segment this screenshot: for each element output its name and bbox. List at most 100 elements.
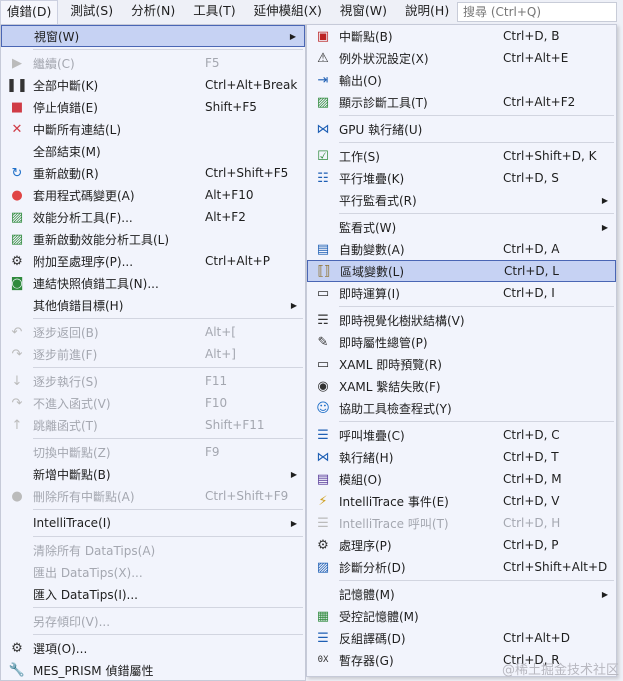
restart-icon: ↻: [11, 165, 23, 181]
parallel-stacks-icon: ☷: [317, 170, 329, 186]
menu-item[interactable]: ▭ 即時運算(I) Ctrl+D, I: [307, 282, 616, 304]
menu-item-label: 診斷分析(D): [339, 560, 406, 575]
menu-item[interactable]: 🔧 MES_PRISM 偵錯屬性: [1, 659, 305, 681]
menu-item[interactable]: 全部結束(M): [1, 140, 305, 162]
menu-item[interactable]: ✕ 中斷所有連結(L): [1, 118, 305, 140]
menu-item[interactable]: ☺ 協助工具檢查程式(Y): [307, 397, 616, 419]
menu-item[interactable]: ▤ 模組(O) Ctrl+D, M: [307, 468, 616, 490]
menu-item-label: 監看式(W): [339, 220, 397, 235]
menu-item[interactable]: ▨ 效能分析工具(F)... Alt+F2: [1, 206, 305, 228]
menu-item[interactable]: 新增中斷點(B) ▶: [1, 463, 305, 485]
menu-item[interactable]: ☰ IntelliTrace 呼叫(T) Ctrl+D, H: [307, 512, 616, 534]
menu-item-label: 平行監看式(R): [339, 193, 417, 208]
snapshot-icon: ◙: [10, 275, 24, 291]
menu-item[interactable]: ■ 停止偵錯(E) Shift+F5: [1, 96, 305, 118]
menu-item[interactable]: ▨ 重新啟動效能分析工具(L): [1, 228, 305, 250]
menu-item[interactable]: ☰ 反組譯碼(D) Ctrl+Alt+D: [307, 627, 616, 649]
menu-item[interactable]: ✎ 即時屬性總管(P): [307, 331, 616, 353]
autos-icon: ▤: [316, 241, 330, 257]
menu-item[interactable]: 記憶體(M) ▶: [307, 583, 616, 605]
shortcut: Ctrl+D, C: [503, 428, 560, 442]
menu-item[interactable]: 其他偵錯目標(H) ▶: [1, 294, 305, 316]
shortcut: Ctrl+Shift+F9: [205, 489, 289, 503]
menu-item[interactable]: ↻ 重新啟動(R) Ctrl+Shift+F5: [1, 162, 305, 184]
step-out-icon: ↑: [11, 417, 23, 433]
accessibility-icon: ☺: [316, 400, 330, 416]
menu-1[interactable]: 測試(S): [64, 0, 119, 24]
menu-item-label: 區域變數(L): [340, 264, 405, 279]
menu-item[interactable]: ▤ 自動變數(A) Ctrl+D, A: [307, 238, 616, 260]
menu-item[interactable]: ↓ 逐步執行(S) F11: [1, 370, 305, 392]
menu-item[interactable]: ◙ 連結快照偵錯工具(N)...: [1, 272, 305, 294]
menu-4[interactable]: 延伸模組(X): [248, 0, 328, 24]
menu-5[interactable]: 視窗(W): [334, 0, 393, 24]
menu-2[interactable]: 分析(N): [125, 0, 181, 24]
menu-item[interactable]: 匯出 DataTips(X)...: [1, 561, 305, 583]
menu-item[interactable]: 匯入 DataTips(I)...: [1, 583, 305, 605]
menu-item[interactable]: ▭ XAML 即時預覽(R): [307, 353, 616, 375]
menu-item-label: XAML 繫結失敗(F): [339, 379, 441, 394]
menu-item[interactable]: ⋈ 執行緒(H) Ctrl+D, T: [307, 446, 616, 468]
menu-item[interactable]: ⚙ 附加至處理序(P)... Ctrl+Alt+P: [1, 250, 305, 272]
menu-item[interactable]: ↷ 不進入函式(V) F10: [1, 392, 305, 414]
menu-item[interactable]: ☷ 平行堆疊(K) Ctrl+D, S: [307, 167, 616, 189]
menu-item-label: 視窗(W): [34, 29, 80, 44]
shortcut: Ctrl+Shift+F5: [205, 166, 289, 180]
menu-item-label: IntelliTrace 事件(E): [339, 494, 449, 509]
menu-item-label: IntelliTrace(I): [33, 516, 111, 530]
shortcut: Ctrl+Shift+Alt+D: [503, 560, 608, 574]
shortcut: Ctrl+Shift+D, K: [503, 149, 597, 163]
menu-item[interactable]: ↷ 逐步前進(F) Alt+]: [1, 343, 305, 365]
menu-item[interactable]: 視窗(W) ▶: [1, 25, 305, 47]
menu-item[interactable]: IntelliTrace(I) ▶: [1, 512, 305, 534]
menu-item[interactable]: ▶ 繼續(C) F5: [1, 52, 305, 74]
menu-item[interactable]: ▦ 受控記憶體(M): [307, 605, 616, 627]
menu-item[interactable]: ▣ 中斷點(B) Ctrl+D, B: [307, 25, 616, 47]
menu-item[interactable]: ◉ XAML 繫結失敗(F): [307, 375, 616, 397]
menu-item[interactable]: ⟦⟧ 區域變數(L) Ctrl+D, L: [307, 260, 616, 282]
menu-item[interactable]: ⇥ 輸出(O): [307, 69, 616, 91]
chevron-right-icon: ▶: [290, 300, 297, 310]
play-icon: ▶: [12, 55, 22, 71]
menu-item-label: 套用程式碼變更(A): [33, 188, 135, 203]
menu-item[interactable]: 切換中斷點(Z) F9: [1, 441, 305, 463]
visual-tree-icon: ☴: [317, 312, 329, 328]
menu-item-label: 暫存器(G): [339, 653, 394, 668]
chevron-right-icon: ▶: [601, 222, 608, 232]
menu-item[interactable]: ⚠ 例外狀況設定(X) Ctrl+Alt+E: [307, 47, 616, 69]
chevron-right-icon: ▶: [601, 589, 608, 599]
step-into-icon: ↓: [11, 373, 23, 389]
menu-item[interactable]: ● 套用程式碼變更(A) Alt+F10: [1, 184, 305, 206]
chevron-right-icon: ▶: [290, 518, 297, 528]
menu-item[interactable]: ▨ 診斷分析(D) Ctrl+Shift+Alt+D: [307, 556, 616, 578]
menu-item[interactable]: ↑ 跳離函式(T) Shift+F11: [1, 414, 305, 436]
menu-item[interactable]: ↶ 逐步返回(B) Alt+[: [1, 321, 305, 343]
shortcut: Ctrl+Alt+Break: [205, 78, 298, 92]
menu-6[interactable]: 說明(H): [399, 0, 455, 24]
menu-item[interactable]: ⚙ 處理序(P) Ctrl+D, P: [307, 534, 616, 556]
menu-3[interactable]: 工具(T): [187, 0, 241, 24]
menu-item[interactable]: ☴ 即時視覺化樹狀結構(V): [307, 309, 616, 331]
delete-breakpoints-icon: ●: [11, 488, 23, 504]
menu-item[interactable]: ☰ 呼叫堆疊(C) Ctrl+D, C: [307, 424, 616, 446]
pause-icon: ❚❚: [6, 77, 28, 93]
menu-item[interactable]: ⋈ GPU 執行緒(U): [307, 118, 616, 140]
call-stack-icon: ☰: [317, 427, 329, 443]
menu-item-label: 受控記憶體(M): [339, 609, 419, 624]
menu-item[interactable]: ☑ 工作(S) Ctrl+Shift+D, K: [307, 145, 616, 167]
menu-item[interactable]: ● 刪除所有中斷點(A) Ctrl+Shift+F9: [1, 485, 305, 507]
menu-item[interactable]: ⚙ 選項(O)...: [1, 637, 305, 659]
menu-0[interactable]: 偵錯(D): [0, 0, 59, 24]
search-input[interactable]: 搜尋 (Ctrl+Q): [457, 2, 617, 22]
menu-item[interactable]: 平行監看式(R) ▶: [307, 189, 616, 211]
menu-item[interactable]: ▨ 顯示診斷工具(T) Ctrl+Alt+F2: [307, 91, 616, 113]
menu-item[interactable]: 清除所有 DataTips(A): [1, 539, 305, 561]
chevron-right-icon: ▶: [289, 31, 296, 41]
menu-item[interactable]: ❚❚ 全部中斷(K) Ctrl+Alt+Break: [1, 74, 305, 96]
menu-item-label: 逐步前進(F): [33, 347, 98, 362]
step-over-icon: ↷: [11, 395, 23, 411]
menu-item[interactable]: ⚡ IntelliTrace 事件(E) Ctrl+D, V: [307, 490, 616, 512]
menu-item[interactable]: 監看式(W) ▶: [307, 216, 616, 238]
menu-item[interactable]: 另存傾印(V)...: [1, 610, 305, 632]
lightning-icon: ⚡: [318, 493, 328, 509]
